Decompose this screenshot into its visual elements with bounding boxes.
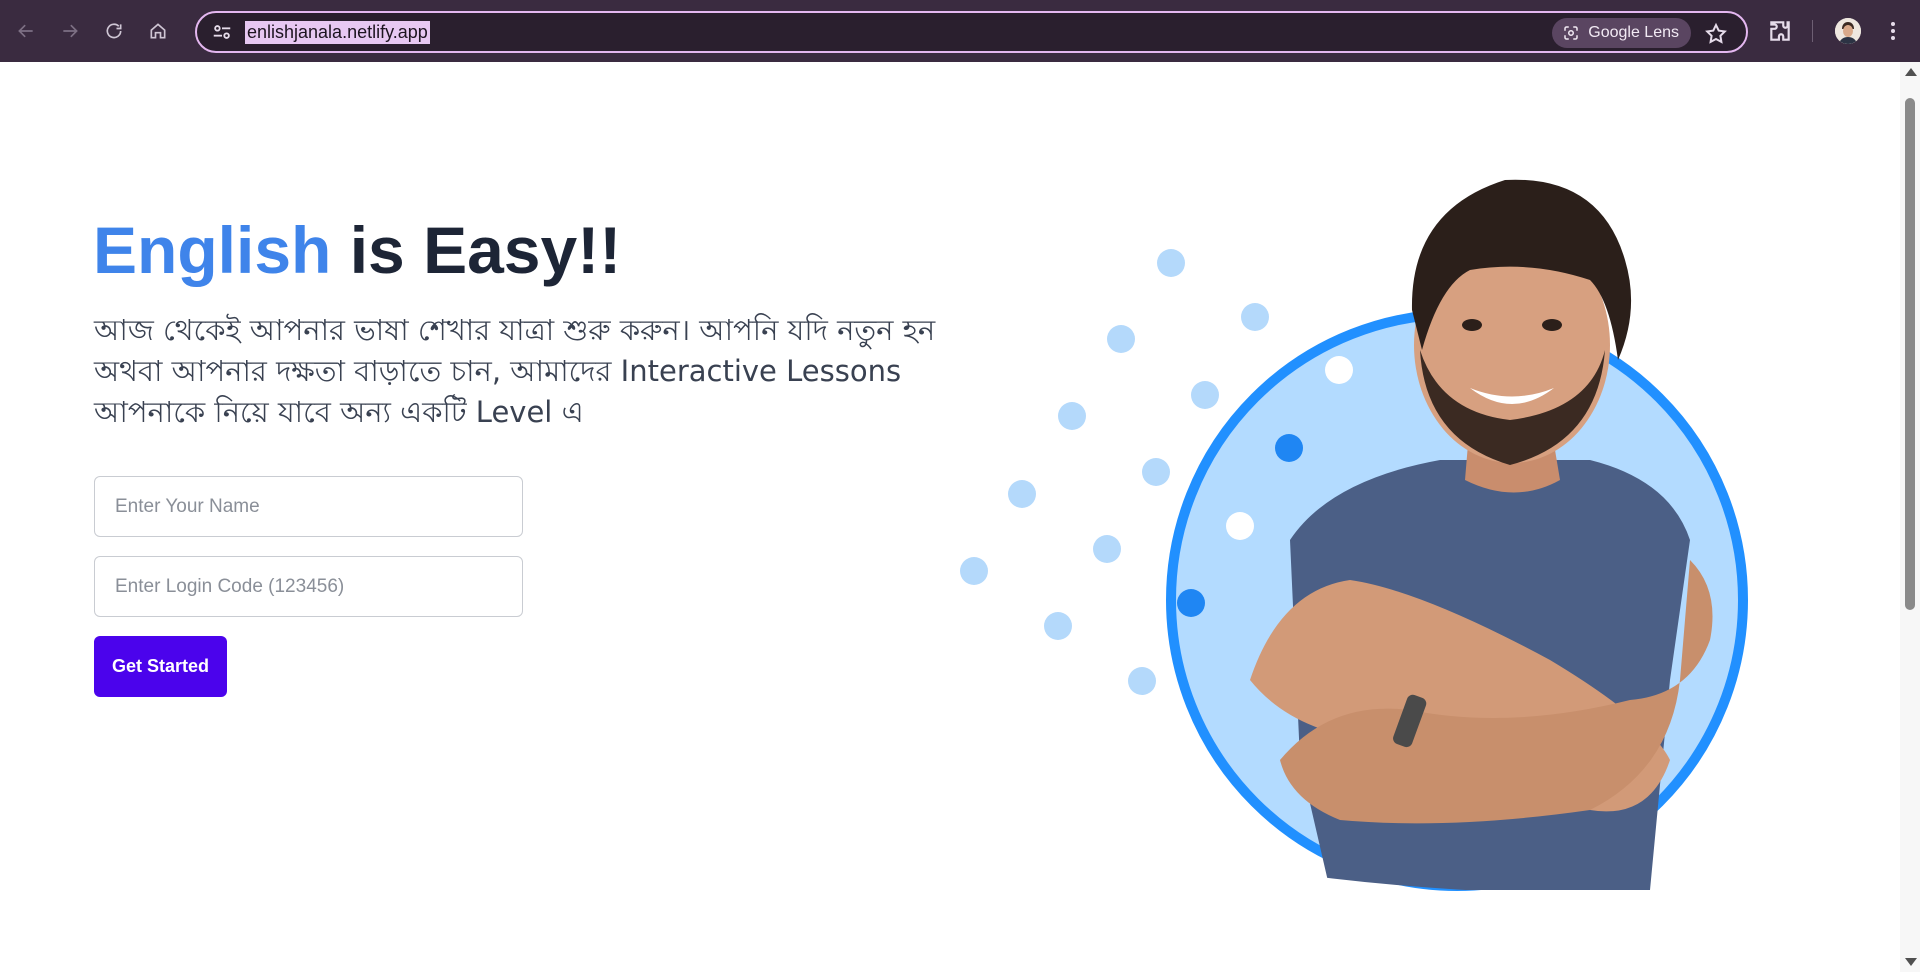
person-illustration xyxy=(1250,179,1713,890)
tune-icon xyxy=(213,25,231,39)
scrollbar-thumb[interactable] xyxy=(1905,98,1915,610)
hero-title: English is Easy!! xyxy=(93,212,621,288)
avatar[interactable] xyxy=(1835,18,1861,44)
google-lens-label: Google Lens xyxy=(1588,24,1679,41)
name-input[interactable] xyxy=(94,476,523,537)
home-button[interactable] xyxy=(140,13,176,49)
google-lens-button[interactable]: Google Lens xyxy=(1552,18,1691,48)
hero-title-rest: is Easy!! xyxy=(331,213,622,287)
browser-menu-button[interactable] xyxy=(1880,18,1906,44)
address-bar[interactable]: enlishjanala.netlify.app Google Lens xyxy=(195,11,1748,53)
lens-icon xyxy=(1564,26,1579,40)
login-code-input[interactable] xyxy=(94,556,523,617)
browser-toolbar: enlishjanala.netlify.app Google Lens xyxy=(0,0,1920,62)
hero-subtitle: আজ থেকেই আপনার ভাষা শেখার যাত্রা শুরু কর… xyxy=(94,313,936,429)
page-scrollbar[interactable] xyxy=(1900,62,1920,972)
back-button[interactable] xyxy=(8,13,44,49)
url-text[interactable]: enlishjanala.netlify.app xyxy=(245,20,430,44)
scroll-down-arrow-icon[interactable] xyxy=(1905,958,1917,966)
hero-title-accent: English xyxy=(93,213,332,287)
site-info-button[interactable] xyxy=(211,21,233,43)
arrow-left-icon xyxy=(18,24,33,38)
profile-picture xyxy=(1835,18,1861,44)
hero-illustration xyxy=(960,179,1748,891)
get-started-button[interactable]: Get Started xyxy=(94,636,227,697)
reload-button[interactable] xyxy=(96,13,132,49)
star-icon[interactable] xyxy=(1704,22,1728,46)
kebab-menu-icon xyxy=(1891,22,1895,40)
arrow-right-icon xyxy=(63,24,78,38)
reload-icon xyxy=(106,23,122,39)
toolbar-divider xyxy=(1812,20,1813,42)
puzzle-icon[interactable] xyxy=(1767,18,1793,44)
home-icon xyxy=(150,23,166,39)
scroll-up-arrow-icon[interactable] xyxy=(1905,68,1917,76)
forward-button[interactable] xyxy=(52,13,88,49)
